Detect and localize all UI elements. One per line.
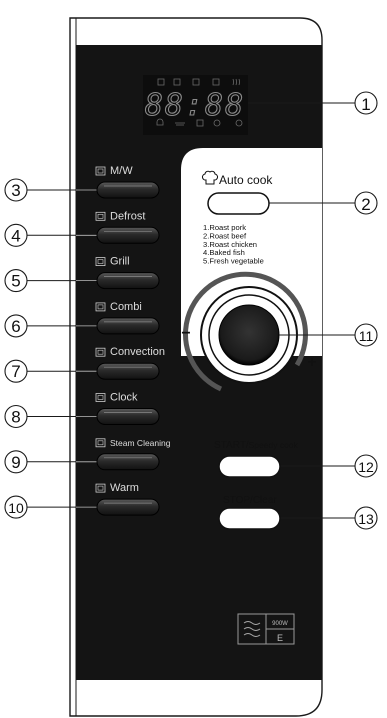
callout-9-number: 9 (11, 453, 20, 472)
dial-minus-sign: − (181, 325, 190, 342)
energy-grade: E (277, 633, 283, 643)
auto-cook-label: Auto cook (219, 173, 273, 187)
left-button[interactable] (96, 226, 160, 244)
left-button-label: Clock (110, 392, 138, 404)
callout-3-number: 3 (11, 181, 20, 200)
callout-5-number: 5 (11, 272, 20, 291)
callout-13-number: 13 (358, 511, 374, 527)
lcd-display: 88:88 (143, 75, 248, 135)
callout-11-number: 11 (359, 328, 374, 344)
left-button-label: Grill (110, 256, 130, 268)
callout-2-number: 2 (361, 195, 370, 214)
callout-6-number: 6 (11, 317, 20, 336)
start-speedy-cook-button[interactable] (218, 455, 281, 478)
callout-12-number: 12 (358, 459, 374, 475)
dial-plus-sign: + (307, 354, 316, 371)
left-button[interactable] (96, 317, 160, 335)
display-digits: 88:88 (145, 88, 245, 123)
auto-cook-menu-item: 5.Fresh vegetable (203, 257, 264, 266)
left-button-label: Defrost (110, 210, 145, 222)
callout-4-number: 4 (11, 226, 20, 245)
left-button[interactable] (96, 498, 160, 516)
energy-badge: 900W E (237, 613, 295, 645)
dial-knob[interactable] (218, 304, 280, 366)
left-button[interactable] (96, 272, 160, 290)
start-button-label: START/Speedy cook (214, 440, 299, 451)
callout-1-number: 1 (361, 95, 370, 114)
left-button-label: Warm (110, 482, 139, 494)
auto-cook-button[interactable] (207, 192, 270, 215)
energy-power: 900W (272, 621, 288, 627)
stop-clear-button[interactable] (218, 507, 281, 530)
callout-10-number: 10 (8, 500, 24, 516)
left-button[interactable] (96, 181, 160, 199)
left-button-label: Combi (110, 301, 142, 313)
callout-7-number: 7 (11, 362, 20, 381)
left-button-label: Steam Cleaning (110, 438, 171, 448)
left-button[interactable] (96, 453, 160, 471)
control-panel-diagram: 88:88 1 M/W 3 Defrost 4 Grill 5 Combi 6 Convecti… (4, 17, 378, 717)
left-button[interactable] (96, 362, 160, 380)
left-button-label: M/W (110, 165, 133, 177)
callout-8-number: 8 (11, 408, 20, 427)
left-button-label: Convection (110, 346, 165, 358)
stop-button-label: STOP/Clear (223, 495, 277, 506)
left-button[interactable] (96, 408, 160, 425)
